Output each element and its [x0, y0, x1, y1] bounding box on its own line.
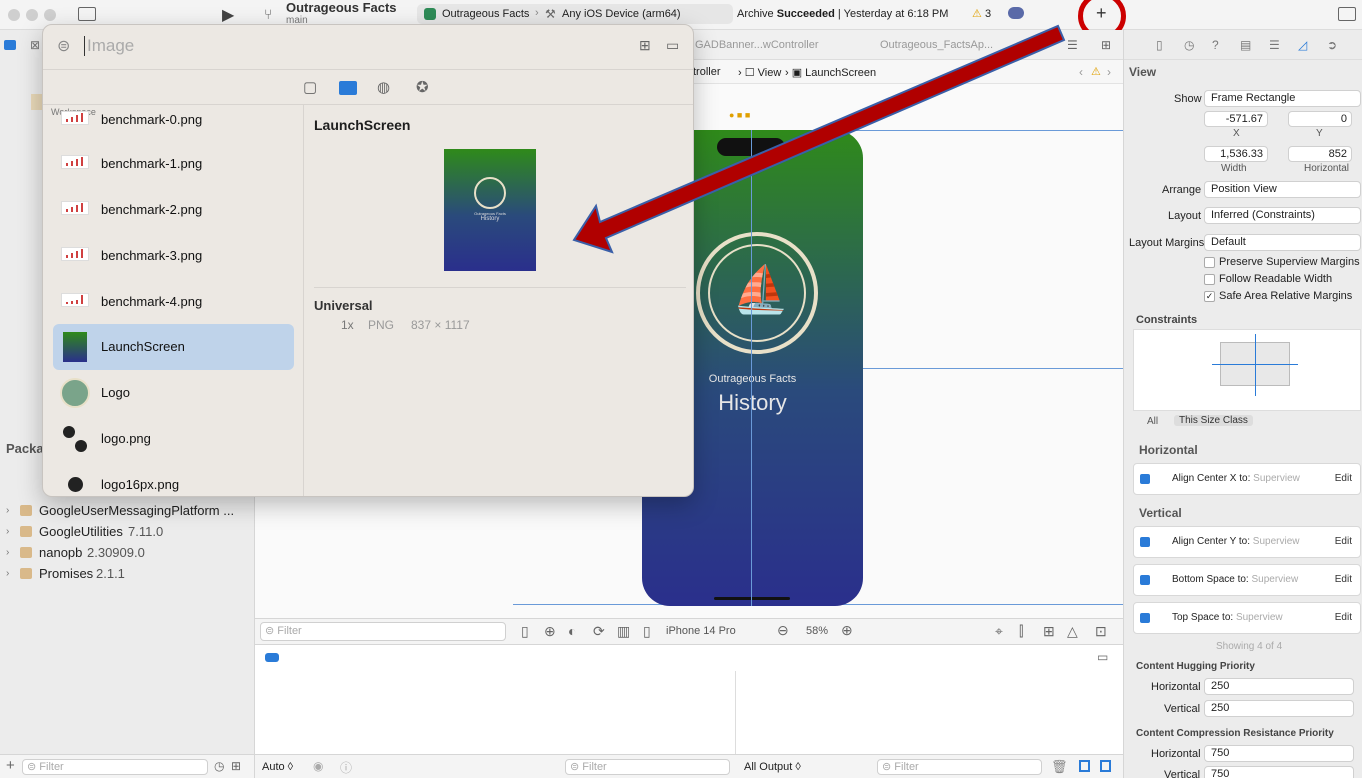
red-arrow-shape: [572, 24, 1066, 254]
annotation-arrow: [572, 24, 1066, 254]
